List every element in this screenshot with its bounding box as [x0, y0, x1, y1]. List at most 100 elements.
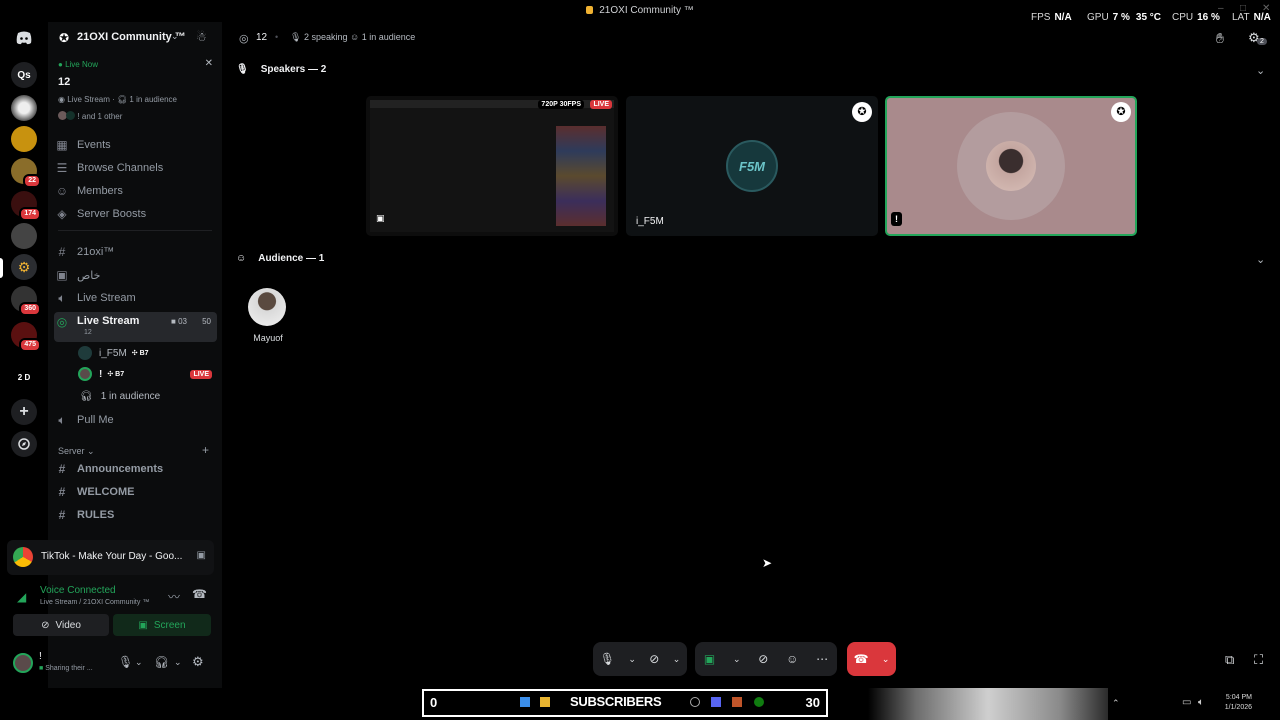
speaker-name: !: [891, 212, 902, 226]
volume-icon[interactable]: 🔈︎: [1198, 697, 1204, 708]
user-panel[interactable]: ! ■ Sharing their ... 🎙︎ ⌄ 🎧︎ ⌄ ⚙: [7, 648, 214, 682]
channel-pull-me[interactable]: 🔈︎ Pull Me: [54, 410, 218, 430]
audience-header[interactable]: ☺ Audience — 1: [236, 253, 324, 264]
chrome-taskbar-icon[interactable]: [690, 697, 700, 707]
close-icon[interactable]: ✕: [205, 58, 213, 69]
raise-hand-icon[interactable]: ✋︎: [1216, 30, 1224, 47]
stage-icon: ◎: [239, 33, 249, 45]
screen-share-icon[interactable]: ▣: [704, 652, 715, 666]
live-now-card[interactable]: ● Live Now ✕ 12 ◉ Live Stream · 🎧︎ 1 in …: [53, 56, 217, 126]
role-tag: ✣ B7: [131, 350, 149, 357]
server-icon-475[interactable]: 475: [11, 322, 41, 352]
headphones-icon: 🎧︎: [80, 390, 93, 402]
xbox-taskbar-icon[interactable]: [754, 697, 764, 707]
stream-quality-badge: 720P 30FPS: [538, 100, 584, 109]
server-icon-arabic[interactable]: [11, 126, 37, 152]
channel-rules[interactable]: # RULES: [54, 505, 218, 525]
category-server[interactable]: Server ⌄: [58, 446, 95, 457]
screen-button[interactable]: ▣ Screen: [113, 614, 211, 636]
maximize-icon[interactable]: □: [1240, 3, 1250, 14]
stop-share-icon[interactable]: ▣: [197, 550, 206, 561]
menu-browse-channels[interactable]: ☰ Browse Channels: [54, 158, 218, 178]
tray-chevron-icon[interactable]: ⌃: [1112, 698, 1120, 709]
server-icon-22[interactable]: 22: [11, 158, 41, 188]
voice-status[interactable]: Voice Connected: [40, 585, 116, 596]
invite-icon[interactable]: ☺: [786, 652, 798, 666]
voice-user-i-f5m[interactable]: i_F5M ✣ B7: [78, 344, 149, 362]
chevron-down-icon[interactable]: ⌄: [673, 654, 681, 665]
server-icon-qs[interactable]: Qs: [11, 62, 37, 88]
file-explorer-icon[interactable]: [540, 697, 550, 707]
app-taskbar-icon[interactable]: [732, 697, 742, 707]
voice-user-exclaim[interactable]: ! ✣ B7 LIVE: [78, 365, 212, 383]
avatar: [986, 141, 1036, 191]
channel-sub: 12: [84, 329, 92, 336]
discover-icon[interactable]: [11, 431, 37, 457]
channel-21oxi[interactable]: #21oxi™: [54, 242, 218, 262]
server-icon-360[interactable]: 360: [11, 286, 41, 316]
clock[interactable]: 5:04 PM 1/1/2026: [1218, 693, 1252, 713]
server-icon-gear[interactable]: ⚙: [11, 254, 37, 280]
noise-suppression-icon[interactable]: 〰: [168, 588, 180, 605]
add-server-icon[interactable]: +: [11, 399, 37, 425]
channel-announcements[interactable]: # Announcements: [54, 459, 218, 479]
speaker-tile-exclaim[interactable]: ✪ !: [885, 96, 1137, 236]
disconnect-icon[interactable]: ☎: [192, 587, 207, 601]
microphone-icon[interactable]: 🎙︎: [118, 655, 133, 669]
invite-people-icon[interactable]: ☃: [196, 30, 207, 44]
activity-panel[interactable]: TikTok - Make Your Day - Goo... ▣: [7, 540, 214, 575]
chevron-down-icon[interactable]: ⌄: [733, 654, 741, 665]
menu-server-boosts[interactable]: ◈ Server Boosts: [54, 204, 218, 224]
channel-welcome[interactable]: # WELCOME: [54, 482, 218, 502]
chevron-down-icon[interactable]: ⌄: [135, 657, 143, 668]
chevron-down-icon[interactable]: ⌄: [882, 654, 890, 665]
menu-members[interactable]: ☺ Members: [54, 181, 218, 201]
server-folder-2d[interactable]: 2 D: [11, 365, 37, 391]
channel-live-stream-active[interactable]: ◎ Live Stream 12 ■ 03 50: [54, 312, 217, 342]
channel-khas[interactable]: ▣ خاص: [54, 265, 218, 285]
add-channel-icon[interactable]: +: [202, 443, 209, 457]
speaker-tile-stream[interactable]: 720P 30FPS LIVE ▣: [366, 96, 618, 236]
settings-gear-icon[interactable]: ⚙: [192, 654, 204, 670]
discord-taskbar-icon[interactable]: [711, 697, 721, 707]
avatar: [248, 288, 286, 326]
more-options-icon[interactable]: ⋯: [816, 652, 828, 666]
leave-stage-button[interactable]: ☎ ⌄: [847, 642, 896, 676]
stage-topbar: ◎ 12 • 🎙︎ 2 speaking ☺ 1 in audience ✋︎ …: [222, 22, 1280, 54]
network-icon[interactable]: ▭: [1182, 697, 1191, 708]
channel-live-stream[interactable]: 🔈︎ Live Stream: [54, 288, 218, 308]
video-button[interactable]: ⊘ Video: [13, 614, 109, 636]
menu-events[interactable]: ▦ Events: [54, 135, 218, 155]
voice-channel[interactable]: Live Stream / 21OXI Community ™: [40, 599, 149, 606]
windows-start-icon[interactable]: [520, 697, 530, 707]
speakers-header[interactable]: 🎙︎ Speakers — 2: [236, 64, 326, 75]
chevron-down-icon[interactable]: ⌄: [628, 654, 636, 665]
speaker-tile-i-f5m[interactable]: F5M ✪ i_F5M: [626, 96, 878, 236]
minimize-icon[interactable]: –: [1218, 3, 1228, 14]
mouse-cursor-icon: ➤: [762, 556, 773, 570]
mute-audience-icon[interactable]: ⊘: [758, 652, 768, 666]
user-limit: 50: [202, 317, 211, 326]
activity-notifications-icon[interactable]: ⚙ 2: [1248, 30, 1267, 46]
discord-home-icon[interactable]: [11, 25, 37, 51]
server-icon-174[interactable]: 174: [11, 191, 41, 221]
chevron-down-icon: ⌄: [87, 446, 95, 456]
chevron-down-icon[interactable]: ⌄: [1256, 64, 1265, 77]
chevron-down-icon[interactable]: ⌄: [174, 657, 182, 668]
chevron-down-icon[interactable]: ⌄: [1256, 253, 1265, 266]
fullscreen-icon[interactable]: ⛶: [1254, 652, 1263, 668]
audience-count[interactable]: 🎧︎ 1 in audience: [80, 387, 160, 405]
audience-member-mayuof[interactable]: Mayuof: [248, 288, 288, 343]
server-header[interactable]: ✪ 21OXI Community ™ ⌄ ☃: [48, 22, 222, 54]
speaker-icon: 🔈︎: [58, 412, 66, 427]
pop-out-icon[interactable]: ⧉: [1225, 652, 1234, 668]
avatar: [66, 111, 76, 120]
close-window-icon[interactable]: ✕: [1262, 3, 1272, 14]
microphone-icon[interactable]: 🎙︎: [600, 652, 615, 666]
live-now-status: ● Live Now: [58, 60, 98, 69]
server-icon-tree[interactable]: [11, 223, 37, 249]
unread-badge: 360: [19, 302, 41, 316]
headphones-icon[interactable]: 🎧︎: [154, 655, 169, 669]
server-icon-ghost[interactable]: [11, 95, 37, 121]
camera-off-icon[interactable]: ⊘: [649, 652, 659, 666]
